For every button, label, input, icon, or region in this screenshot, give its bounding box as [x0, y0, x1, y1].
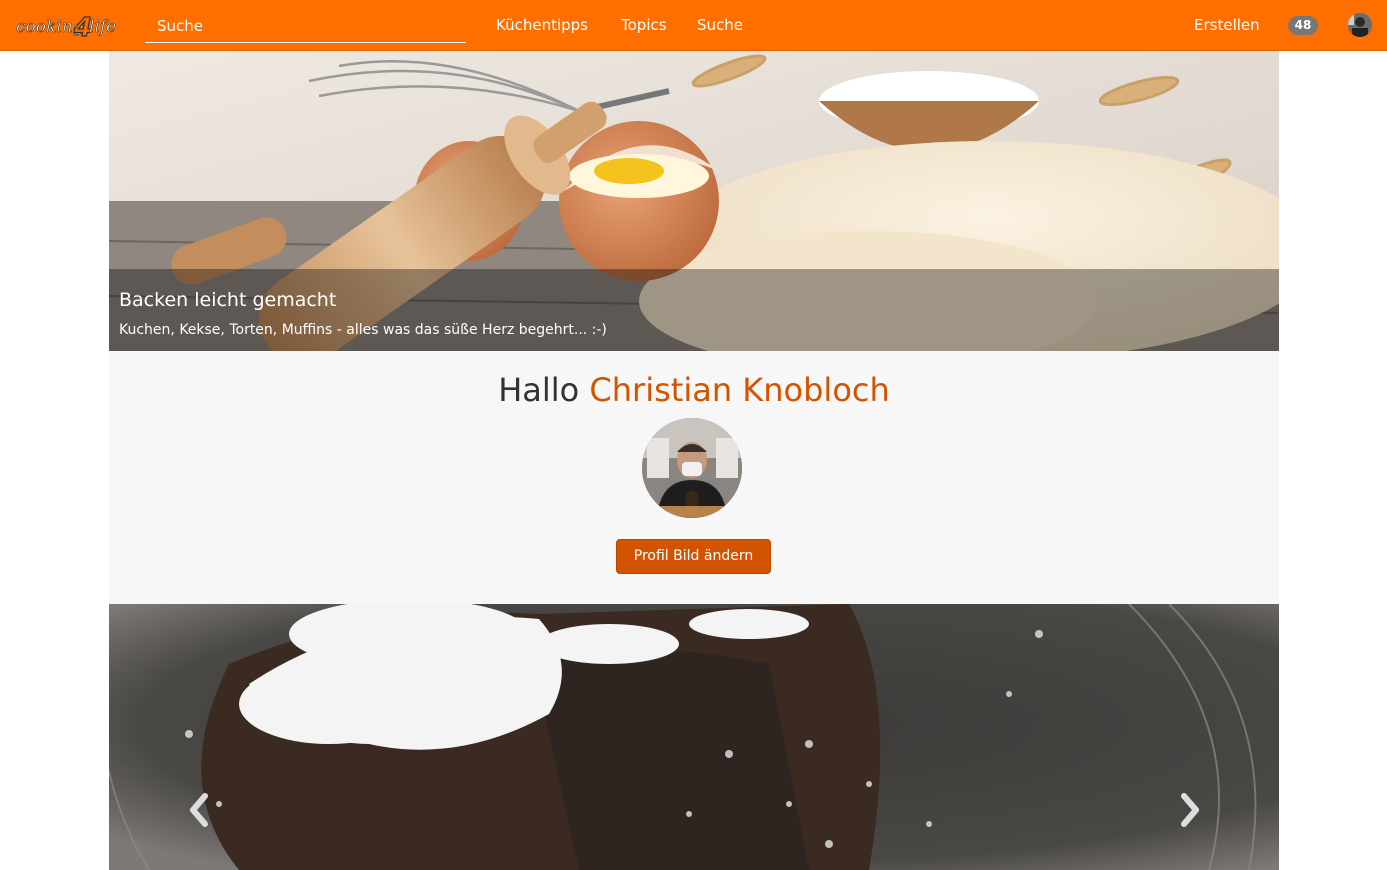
hero-caption: Backen leicht gemacht Kuchen, Kekse, Tor…: [109, 269, 1279, 351]
nav-link-kuechentipps[interactable]: Küchentipps: [496, 16, 588, 34]
hero-title: Backen leicht gemacht: [119, 289, 337, 311]
change-profile-picture-button[interactable]: Profil Bild ändern: [616, 539, 771, 574]
hero-banner: Backen leicht gemacht Kuchen, Kekse, Tor…: [109, 51, 1279, 351]
top-navbar: cooking 4 life Küchentipps Topics Suche …: [0, 0, 1387, 51]
create-link[interactable]: Erstellen: [1194, 16, 1260, 34]
brand-logo[interactable]: cooking 4 life: [16, 9, 116, 43]
greeting-word: Hallo: [498, 371, 580, 409]
search-field[interactable]: [145, 10, 466, 43]
user-name: Christian Knobloch: [589, 371, 890, 409]
user-avatar[interactable]: [1348, 13, 1372, 37]
nav-link-suche[interactable]: Suche: [697, 16, 743, 34]
image-carousel: [109, 604, 1279, 870]
nav-link-topics[interactable]: Topics: [621, 16, 667, 34]
profile-panel: Hallo Christian Knobloch Profil Bild änd…: [109, 351, 1279, 604]
carousel-next-arrow[interactable]: [1174, 790, 1204, 830]
greeting-heading: Hallo Christian Knobloch: [109, 371, 1279, 409]
carousel-prev-arrow[interactable]: [185, 790, 215, 830]
profile-picture: [642, 418, 742, 518]
notification-badge[interactable]: 48: [1288, 16, 1318, 35]
search-input[interactable]: [145, 10, 466, 42]
hero-subtitle: Kuchen, Kekse, Torten, Muffins - alles w…: [119, 322, 607, 338]
svg-text:life: life: [89, 17, 116, 37]
carousel-cake-image: [109, 604, 1279, 870]
